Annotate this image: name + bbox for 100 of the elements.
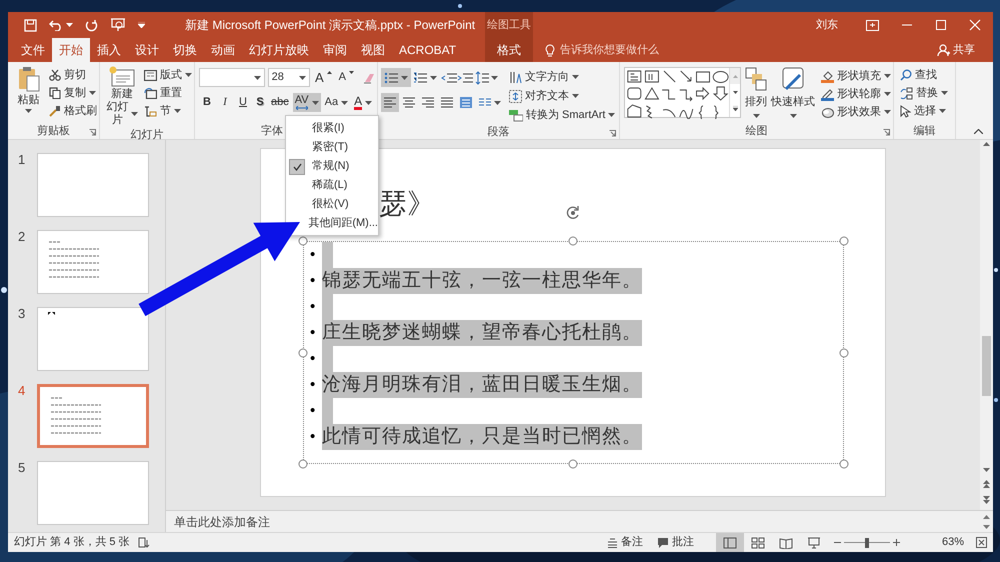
ribbon-tab[interactable]: 审阅 <box>316 38 354 62</box>
section-button[interactable]: 节 <box>142 102 194 120</box>
ribbon-tab[interactable]: 格式 <box>485 38 533 62</box>
layout-button[interactable]: 版式 <box>142 66 194 84</box>
menu-item[interactable]: 常规(N) <box>312 158 350 175</box>
fit-to-window-icon[interactable] <box>976 537 987 548</box>
reset-button[interactable]: 重置 <box>142 84 194 102</box>
shape-outline-button[interactable]: 形状轮廓 <box>819 85 893 103</box>
scrollbar-thumb[interactable] <box>982 336 991 396</box>
save-icon[interactable] <box>24 18 37 32</box>
slider-thumb[interactable] <box>864 538 869 548</box>
slideshow-icon[interactable] <box>110 18 126 32</box>
menu-item[interactable]: 紧密(T) <box>312 139 348 156</box>
scroll-up-icon[interactable] <box>983 142 990 146</box>
bullets-button[interactable] <box>381 68 411 87</box>
font-name-field[interactable] <box>199 68 265 87</box>
maximize-icon[interactable] <box>935 19 947 31</box>
font-size-field[interactable]: 28 <box>268 68 310 87</box>
decrease-indent-icon[interactable] <box>441 72 457 84</box>
resize-handle[interactable] <box>568 236 578 246</box>
zoom-level-button[interactable]: 63% <box>942 534 964 551</box>
replace-button[interactable]: 替换 <box>898 84 955 102</box>
copy-button[interactable]: 复制 <box>47 84 99 102</box>
underline-button[interactable]: U <box>235 94 251 112</box>
customize-icon[interactable] <box>138 22 145 28</box>
ribbon-tab[interactable]: 设计 <box>128 38 166 62</box>
scroll-down-icon[interactable] <box>732 90 738 94</box>
redo-icon[interactable] <box>85 18 98 32</box>
scroll-down-icon[interactable] <box>983 468 990 472</box>
shape-fill-button[interactable]: 形状填充 <box>819 67 893 85</box>
close-icon[interactable] <box>969 19 981 31</box>
ribbon-tab[interactable]: 动画 <box>204 38 242 62</box>
grow-font-button[interactable]: A <box>312 68 334 86</box>
increase-indent-icon[interactable] <box>457 72 473 84</box>
comments-button[interactable]: 批注 <box>656 534 694 551</box>
align-text-button[interactable]: 对齐文本 <box>507 87 618 105</box>
spell-check-icon[interactable] <box>138 537 150 548</box>
more-icon[interactable] <box>732 106 738 112</box>
slide-thumbnail[interactable] <box>37 384 149 448</box>
view-normal-button[interactable] <box>716 533 744 552</box>
slide-thumbnail[interactable] <box>37 153 149 217</box>
resize-handle[interactable] <box>298 459 308 469</box>
paste-button[interactable]: 粘贴 <box>16 66 41 123</box>
zoom-in-icon[interactable] <box>892 539 900 546</box>
text-box[interactable]: • • 锦瑟无端五十弦，一弦一柱思华年。 • • 庄生晓梦迷蝴蝶，望帝春心托杜鹃。 • • 沧海月明珠有泪，蓝田日暖玉生烟。 • • 此情可待成追忆，只是当时已惘然。 <box>303 241 844 464</box>
zoom-slider[interactable] <box>844 536 890 548</box>
ribbon-tab[interactable]: 视图 <box>354 38 392 62</box>
notes-scroll-icon[interactable] <box>982 514 991 530</box>
bold-button[interactable]: B <box>199 94 215 112</box>
previous-slide-icon[interactable] <box>983 480 990 488</box>
format-painter-button[interactable]: 格式刷 <box>47 102 99 120</box>
ribbon-tab[interactable]: 插入 <box>90 38 128 62</box>
resize-handle[interactable] <box>839 236 849 246</box>
menu-item[interactable]: 很紧(I) <box>312 120 344 137</box>
new-slide-button[interactable]: 新建 幻灯片 <box>106 66 138 127</box>
notes-button[interactable]: 备注 <box>606 534 643 551</box>
notes-field[interactable]: 单击此处添加备注 <box>166 511 982 532</box>
slide-thumbnail[interactable] <box>37 307 149 371</box>
smartart-button[interactable]: 转换为 SmartArt <box>507 106 618 124</box>
resize-handle[interactable] <box>568 459 578 469</box>
clear-format-icon[interactable] <box>363 72 377 84</box>
ribbon-options-icon[interactable] <box>866 20 879 30</box>
change-case-button[interactable]: Aa <box>322 94 350 112</box>
resize-handle[interactable] <box>839 348 849 358</box>
cut-button[interactable]: 剪切 <box>47 66 99 84</box>
select-button[interactable]: 选择 <box>898 102 955 120</box>
dialog-launcher-icon[interactable] <box>89 129 96 136</box>
undo-icon[interactable] <box>49 19 63 31</box>
menu-item[interactable]: 很松(V) <box>312 196 349 213</box>
character-spacing-button[interactable]: AV <box>292 93 321 112</box>
ribbon-tab[interactable]: 切换 <box>166 38 204 62</box>
align-left-button[interactable] <box>381 93 399 112</box>
resize-handle[interactable] <box>298 236 308 246</box>
shrink-font-button[interactable]: A <box>336 68 356 86</box>
strikethrough-button[interactable]: abc <box>269 94 291 112</box>
text-shadow-button[interactable]: S <box>253 94 267 112</box>
italic-button[interactable]: I <box>217 94 233 112</box>
resize-handle[interactable] <box>298 348 308 358</box>
quick-styles-button[interactable]: 快速样式 <box>771 67 815 123</box>
share-button[interactable]: 共享 <box>937 38 975 62</box>
ribbon-tab[interactable]: 幻灯片放映 <box>242 38 316 62</box>
find-button[interactable]: 查找 <box>898 66 955 84</box>
arrange-button[interactable]: 排列 <box>745 67 767 123</box>
rotate-handle-icon[interactable] <box>565 205 581 221</box>
zoom-out-icon[interactable] <box>834 539 841 546</box>
shape-effects-button[interactable]: 形状效果 <box>819 103 893 121</box>
font-color-button[interactable]: A <box>352 93 374 112</box>
ribbon-tab[interactable]: 文件 <box>14 38 52 62</box>
resize-handle[interactable] <box>839 459 849 469</box>
ribbon-tab[interactable]: ACROBAT <box>392 38 464 62</box>
menu-item[interactable]: 其他间距(M)... <box>308 215 378 232</box>
dialog-launcher-icon[interactable] <box>883 129 890 136</box>
ribbon-tab[interactable]: 开始 <box>52 38 90 62</box>
text-direction-button[interactable]: 文字方向 <box>507 68 618 86</box>
menu-item[interactable]: 稀疏(L) <box>312 177 348 194</box>
tell-me-search[interactable]: 告诉我你想要做什么 <box>545 38 659 62</box>
dialog-launcher-icon[interactable] <box>609 130 616 137</box>
next-slide-icon[interactable] <box>983 496 990 504</box>
slide-thumbnail[interactable] <box>37 230 149 294</box>
collapse-ribbon-icon[interactable] <box>974 129 983 134</box>
